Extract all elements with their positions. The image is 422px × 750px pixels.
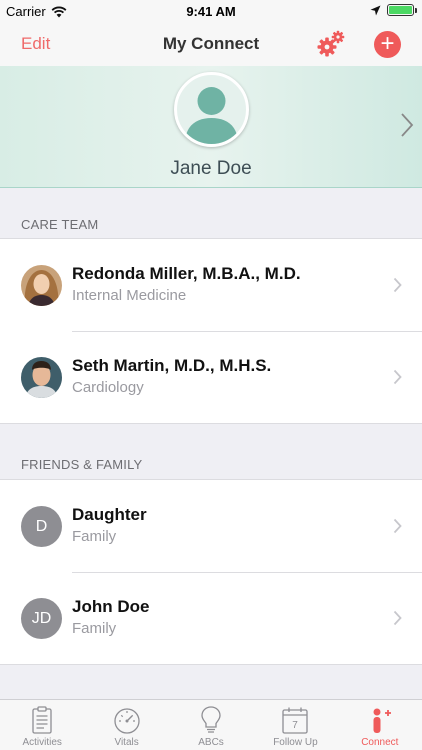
- contact-role: Cardiology: [72, 379, 144, 396]
- battery-icon: [387, 4, 417, 16]
- lightbulb-icon: [201, 706, 221, 733]
- location-arrow-icon: [370, 5, 381, 15]
- contact-role: Family: [72, 620, 117, 637]
- person-silhouette-icon: [185, 87, 238, 144]
- tab-vitals[interactable]: Vitals: [84, 700, 168, 750]
- status-right-group: [370, 4, 417, 16]
- contact-name: Redonda Miller, M.B.A., M.D.: [72, 264, 301, 283]
- tab-label: Follow Up: [273, 737, 318, 748]
- tab-label: Vitals: [114, 737, 139, 748]
- calendar-day: 7: [293, 720, 299, 731]
- friends-family-list: D Daughter Family JD John Doe Family: [0, 479, 422, 665]
- plus-icon: +: [380, 30, 395, 57]
- list-item[interactable]: D Daughter Family: [0, 480, 422, 572]
- battery-fill: [389, 6, 412, 14]
- contact-name: Seth Martin, M.D., M.H.S.: [72, 356, 272, 375]
- profile-avatar: [174, 72, 249, 147]
- status-bar: Carrier 9:41 AM: [0, 0, 422, 22]
- add-button[interactable]: +: [374, 31, 401, 58]
- contact-name: Daughter: [72, 505, 147, 524]
- page-title: My Connect: [162, 34, 260, 53]
- status-time: 9:41 AM: [186, 4, 236, 19]
- chevron-right-icon: [393, 369, 402, 385]
- person-plus-icon: [373, 708, 391, 733]
- doctor-photo-icon: [21, 357, 62, 398]
- list-item[interactable]: Seth Martin, M.D., M.H.S. Cardiology: [0, 331, 422, 423]
- avatar: [21, 265, 62, 306]
- calendar-icon: 7: [282, 707, 309, 734]
- clipboard-icon: [32, 706, 52, 734]
- tab-label: ABCs: [198, 737, 224, 748]
- tab-connect[interactable]: Connect: [338, 700, 422, 750]
- care-team-list: Redonda Miller, M.B.A., M.D. Internal Me…: [0, 238, 422, 424]
- tab-label: Connect: [361, 737, 399, 748]
- chevron-right-icon[interactable]: [400, 112, 414, 138]
- contact-role: Family: [72, 528, 117, 545]
- profile-header[interactable]: Jane Doe: [0, 66, 422, 188]
- tab-abcs[interactable]: ABCs: [169, 700, 253, 750]
- tab-bar: Activities Vitals ABCs 7 Follow Up Conne…: [0, 699, 422, 750]
- list-item[interactable]: Redonda Miller, M.B.A., M.D. Internal Me…: [0, 239, 422, 331]
- tab-label: Activities: [22, 737, 62, 748]
- avatar: D: [21, 506, 62, 547]
- list-item[interactable]: JD John Doe Family: [0, 572, 422, 664]
- chevron-right-icon: [393, 277, 402, 293]
- chevron-right-icon: [393, 518, 402, 534]
- tab-follow-up[interactable]: 7 Follow Up: [253, 700, 337, 750]
- care-team-header: CARE TEAM: [21, 217, 99, 232]
- gauge-icon: [113, 708, 140, 734]
- avatar: [21, 357, 62, 398]
- contact-name: John Doe: [72, 597, 150, 616]
- avatar: JD: [21, 598, 62, 639]
- contact-role: Internal Medicine: [72, 287, 187, 304]
- tab-activities[interactable]: Activities: [0, 700, 84, 750]
- chevron-right-icon: [393, 610, 402, 626]
- navigation-bar: Edit My Connect +: [0, 22, 422, 66]
- friends-family-header: FRIENDS & FAMILY: [21, 457, 143, 472]
- doctor-photo-icon: [21, 265, 62, 306]
- gears-icon[interactable]: [316, 30, 346, 58]
- profile-name: Jane Doe: [170, 158, 252, 179]
